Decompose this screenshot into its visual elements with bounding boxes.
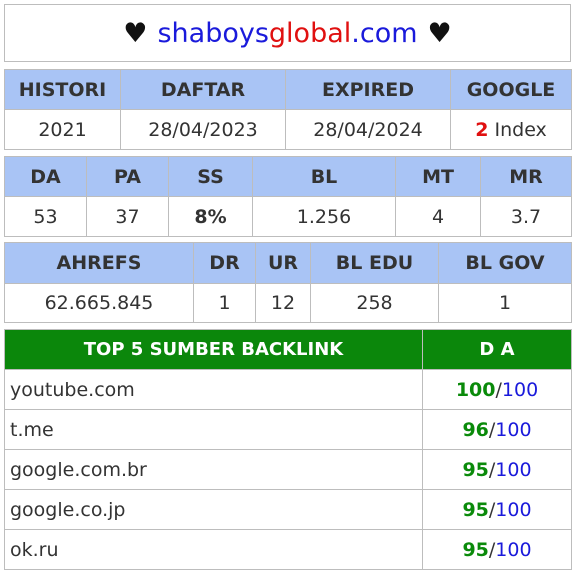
- google-index-count: 2: [475, 118, 489, 141]
- registration-table: HISTORI DAFTAR EXPIRED GOOGLE 2021 28/04…: [4, 69, 572, 150]
- header-mr: MR: [480, 156, 572, 197]
- value-bl-edu: 258: [310, 283, 439, 323]
- header-bl-gov: BL GOV: [438, 242, 572, 284]
- backlink-da: 95/100: [422, 489, 572, 530]
- header-daftar: DAFTAR: [120, 69, 286, 110]
- domain-part-1: shaboys: [157, 17, 269, 49]
- header-histori: HISTORI: [4, 69, 121, 110]
- backlink-site[interactable]: google.co.jp: [4, 489, 423, 530]
- header-dr: DR: [193, 242, 256, 284]
- table-row: t.me 96/100: [4, 409, 572, 450]
- header-mt: MT: [395, 156, 481, 197]
- backlink-da: 95/100: [422, 529, 572, 570]
- header-google: GOOGLE: [450, 69, 572, 110]
- ahrefs-table: AHREFS DR UR BL EDU BL GOV 62.665.845 1 …: [4, 242, 572, 323]
- value-google: 2 Index: [450, 109, 572, 150]
- value-histori: 2021: [4, 109, 121, 150]
- domain-part-3: .com: [351, 17, 418, 49]
- value-mr: 3.7: [480, 196, 572, 237]
- value-bl: 1.256: [252, 196, 396, 237]
- header-backlink-da: D A: [422, 329, 572, 370]
- header-bl: BL: [252, 156, 396, 197]
- table-row: google.co.jp 95/100: [4, 489, 572, 530]
- header-ur: UR: [255, 242, 311, 284]
- header-ss: SS: [168, 156, 253, 197]
- backlink-site[interactable]: t.me: [4, 409, 423, 450]
- value-expired: 28/04/2024: [285, 109, 451, 150]
- backlink-site[interactable]: google.com.br: [4, 449, 423, 490]
- heart-icon-left: ♥: [123, 17, 148, 49]
- backlink-da: 100/100: [422, 369, 572, 410]
- table-row: youtube.com 100/100: [4, 369, 572, 410]
- domain-part-2: global: [268, 17, 352, 49]
- value-ahrefs: 62.665.845: [4, 283, 194, 323]
- site-domain[interactable]: shaboysglobal.com: [157, 18, 417, 49]
- header-da: DA: [4, 156, 87, 197]
- value-bl-gov: 1: [438, 283, 572, 323]
- value-da: 53: [4, 196, 87, 237]
- header-pa: PA: [86, 156, 169, 197]
- heart-icon-right: ♥: [427, 17, 452, 49]
- backlink-table: TOP 5 SUMBER BACKLINK D A youtube.com 10…: [4, 329, 572, 570]
- header-ahrefs: AHREFS: [4, 242, 194, 284]
- value-ss: 8%: [168, 196, 253, 237]
- metrics-table: DA PA SS BL MT MR 53 37 8% 1.256 4 3.7: [4, 156, 572, 237]
- value-pa: 37: [86, 196, 169, 237]
- value-ur: 12: [255, 283, 311, 323]
- value-dr: 1: [193, 283, 256, 323]
- backlink-da: 96/100: [422, 409, 572, 450]
- backlink-site[interactable]: youtube.com: [4, 369, 423, 410]
- value-daftar: 28/04/2023: [120, 109, 286, 150]
- value-mt: 4: [395, 196, 481, 237]
- header-backlink-source: TOP 5 SUMBER BACKLINK: [4, 329, 423, 370]
- header-expired: EXPIRED: [285, 69, 451, 110]
- google-index-label: Index: [494, 118, 547, 141]
- site-title: ♥ shaboysglobal.com ♥: [4, 4, 571, 62]
- backlink-site[interactable]: ok.ru: [4, 529, 423, 570]
- backlink-da: 95/100: [422, 449, 572, 490]
- table-row: google.com.br 95/100: [4, 449, 572, 490]
- table-row: ok.ru 95/100: [4, 529, 572, 570]
- header-bl-edu: BL EDU: [310, 242, 439, 284]
